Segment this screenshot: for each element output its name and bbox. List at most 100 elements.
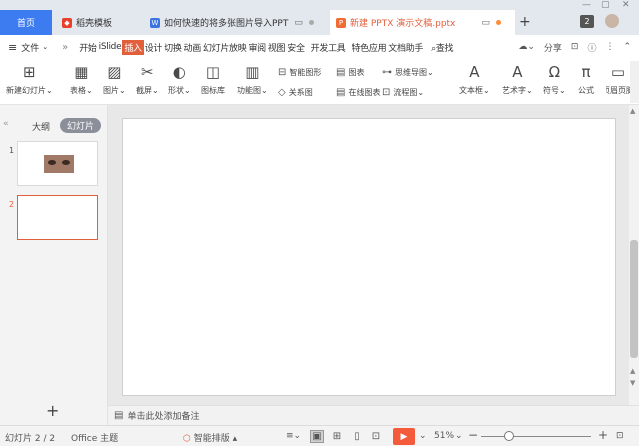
menu-islide[interactable]: iSlide [98, 42, 123, 52]
slide-thumbnail-2[interactable] [17, 195, 98, 240]
notes-pane[interactable]: ▤ 单击此处添加备注 [108, 405, 639, 425]
screen-icon[interactable]: ▭ [481, 18, 490, 28]
menu-security[interactable]: 安全 [286, 41, 305, 54]
tab-docer-templates[interactable]: ◆ 稻壳模板 [56, 10, 144, 35]
menu-developer[interactable]: 开发工具 [310, 41, 347, 54]
flowchart-label: 流程图 [393, 88, 418, 97]
zoom-out-icon[interactable]: − [468, 428, 478, 442]
menu-right-tools: ☁⌄ 分享 ⊡ ⓘ ⋮ ⌃ [518, 35, 631, 59]
header-footer-icon: ▭ [610, 63, 626, 81]
menu-doc-assistant[interactable]: 文档助手 [387, 41, 424, 54]
chart-button[interactable]: ▤ 图表 [336, 67, 364, 78]
smart-layout-button[interactable]: ⬡ 智能排版 ▴ [183, 431, 237, 444]
play-options-icon[interactable]: ⌄ [419, 431, 427, 441]
expand-menu-icon[interactable]: » [62, 42, 68, 53]
tab-new-pptx[interactable]: P 新建 PPTX 演示文稿.pptx ▭ [330, 10, 515, 35]
formula-button[interactable]: π 公式 [575, 63, 597, 96]
chevron-up-icon: ▴ [232, 434, 238, 444]
wordart-label: 艺术字 [502, 86, 526, 95]
fit-window-icon[interactable]: ⊡ [616, 431, 624, 441]
zoom-slider[interactable] [481, 436, 591, 437]
chevron-down-icon[interactable]: ⌄ [455, 431, 463, 441]
menu-features[interactable]: 特色应用 [350, 41, 387, 54]
chart-icon: ▤ [336, 67, 346, 78]
tab-slides[interactable]: 幻灯片 [60, 118, 101, 133]
help-icon[interactable]: ⓘ [587, 41, 596, 54]
thumbnail-picture [44, 155, 74, 173]
relation-button[interactable]: ◇ 关系图 [278, 87, 313, 98]
zoom-in-icon[interactable]: + [598, 428, 608, 442]
collapse-panel-icon[interactable]: « [3, 119, 9, 129]
mindmap-label: 思维导图 [395, 68, 427, 77]
unsaved-dot-icon [495, 20, 501, 25]
screenshot-icon: ✂ [141, 63, 154, 81]
collapse-icon[interactable]: ⊡ [571, 42, 579, 52]
slide-thumbnail-1[interactable] [17, 141, 98, 186]
mindmap-button[interactable]: ⊶ 思维导图 ⌄ [382, 67, 434, 78]
menu-start[interactable]: 开始 [78, 41, 97, 54]
close-icon[interactable]: ✕ [622, 0, 630, 10]
zoom-level[interactable]: 51% [434, 431, 454, 441]
tab-home[interactable]: 首页 [0, 10, 52, 35]
window-count-badge[interactable]: 2 [580, 15, 594, 28]
zoom-slider-handle[interactable] [504, 431, 514, 441]
tab-outline[interactable]: 大纲 [32, 120, 50, 133]
new-slide-button[interactable]: ⊞ 新建幻灯片⌄ [6, 63, 53, 96]
menu-slideshow[interactable]: 幻灯片放映 [202, 41, 248, 54]
symbol-button[interactable]: Ω 符号⌄ [543, 63, 566, 96]
slide-sorter-icon[interactable]: ⊞ [330, 430, 344, 443]
online-chart-button[interactable]: ▤ 在线图表 [336, 87, 380, 98]
cloud-icon[interactable]: ☁⌄ [518, 42, 535, 52]
smart-graphic-button[interactable]: ⊟ 智能图形 [278, 67, 321, 78]
minimize-icon[interactable]: — [582, 0, 591, 10]
table-button[interactable]: ▦ 表格⌄ [70, 63, 93, 96]
shape-button[interactable]: ◐ 形状⌄ [168, 63, 191, 96]
ribbon-scrollbar[interactable] [630, 61, 639, 103]
add-slide-button[interactable]: + [46, 401, 59, 420]
scrollbar-thumb[interactable] [630, 240, 638, 358]
search-button[interactable]: ⌕查找 [430, 41, 454, 54]
scroll-up-icon[interactable]: ▲ [630, 367, 635, 375]
scroll-down-icon[interactable]: ▼ [630, 379, 635, 387]
wordart-button[interactable]: A 艺术字⌄ [502, 63, 533, 96]
current-slide[interactable] [122, 118, 616, 396]
avatar[interactable] [605, 14, 619, 28]
icon-library-button[interactable]: ◫ 图标库 [201, 63, 225, 96]
function-chart-button[interactable]: ▥ 功能图⌄ [237, 63, 268, 96]
picture-button[interactable]: ▨ 图片⌄ [103, 63, 126, 96]
header-footer-label: 页眉页脚 [606, 86, 630, 95]
textbox-button[interactable]: A 文本框⌄ [459, 63, 490, 96]
file-menu[interactable]: ≡ 文件 ⌄ [8, 41, 48, 54]
add-tab-button[interactable]: + [519, 14, 531, 30]
vertical-scrollbar[interactable]: ▲ ▲ ▼ [629, 105, 639, 405]
share-button[interactable]: 分享 [544, 41, 562, 54]
smart-layout-icon: ⬡ [183, 434, 191, 444]
header-footer-button[interactable]: ▭ 页眉页脚 [606, 63, 630, 96]
menu-review[interactable]: 审阅 [247, 41, 266, 54]
function-chart-label: 功能图 [237, 86, 261, 95]
mindmap-icon: ⊶ [382, 67, 392, 78]
theme-name[interactable]: Office 主题 [71, 431, 118, 444]
menu-transition[interactable]: 切换 [163, 41, 182, 54]
menu-design[interactable]: 设计 [144, 41, 163, 54]
notes-toggle-icon[interactable]: ≡⌄ [286, 431, 301, 441]
screen-icon[interactable]: ▭ [294, 18, 303, 28]
menu-view[interactable]: 视图 [267, 41, 286, 54]
presenter-view-icon[interactable]: ⊡ [369, 430, 383, 443]
new-slide-label: 新建幻灯片 [6, 86, 46, 95]
chevron-up-icon[interactable]: ⌃ [623, 42, 631, 52]
screenshot-button[interactable]: ✂ 截屏⌄ [136, 63, 159, 96]
play-slideshow-button[interactable]: ▶ [393, 428, 415, 445]
flowchart-button[interactable]: ⊡ 流程图 ⌄ [382, 87, 424, 98]
menu-animation[interactable]: 动画 [183, 41, 202, 54]
relation-icon: ◇ [278, 87, 286, 98]
tab-label: 如何快速的将多张图片导入PPT [164, 19, 289, 29]
reading-view-icon[interactable]: ▯ [350, 430, 364, 443]
tab-doc-howto[interactable]: W 如何快速的将多张图片导入PPT ▭ [144, 10, 327, 35]
menu-insert[interactable]: 插入 [122, 39, 144, 55]
scroll-up-icon[interactable]: ▲ [630, 107, 635, 115]
maximize-icon[interactable]: ▢ [601, 0, 610, 10]
more-icon[interactable]: ⋮ [605, 42, 614, 52]
normal-view-icon[interactable]: ▣ [310, 430, 324, 443]
picture-icon: ▨ [107, 63, 122, 81]
